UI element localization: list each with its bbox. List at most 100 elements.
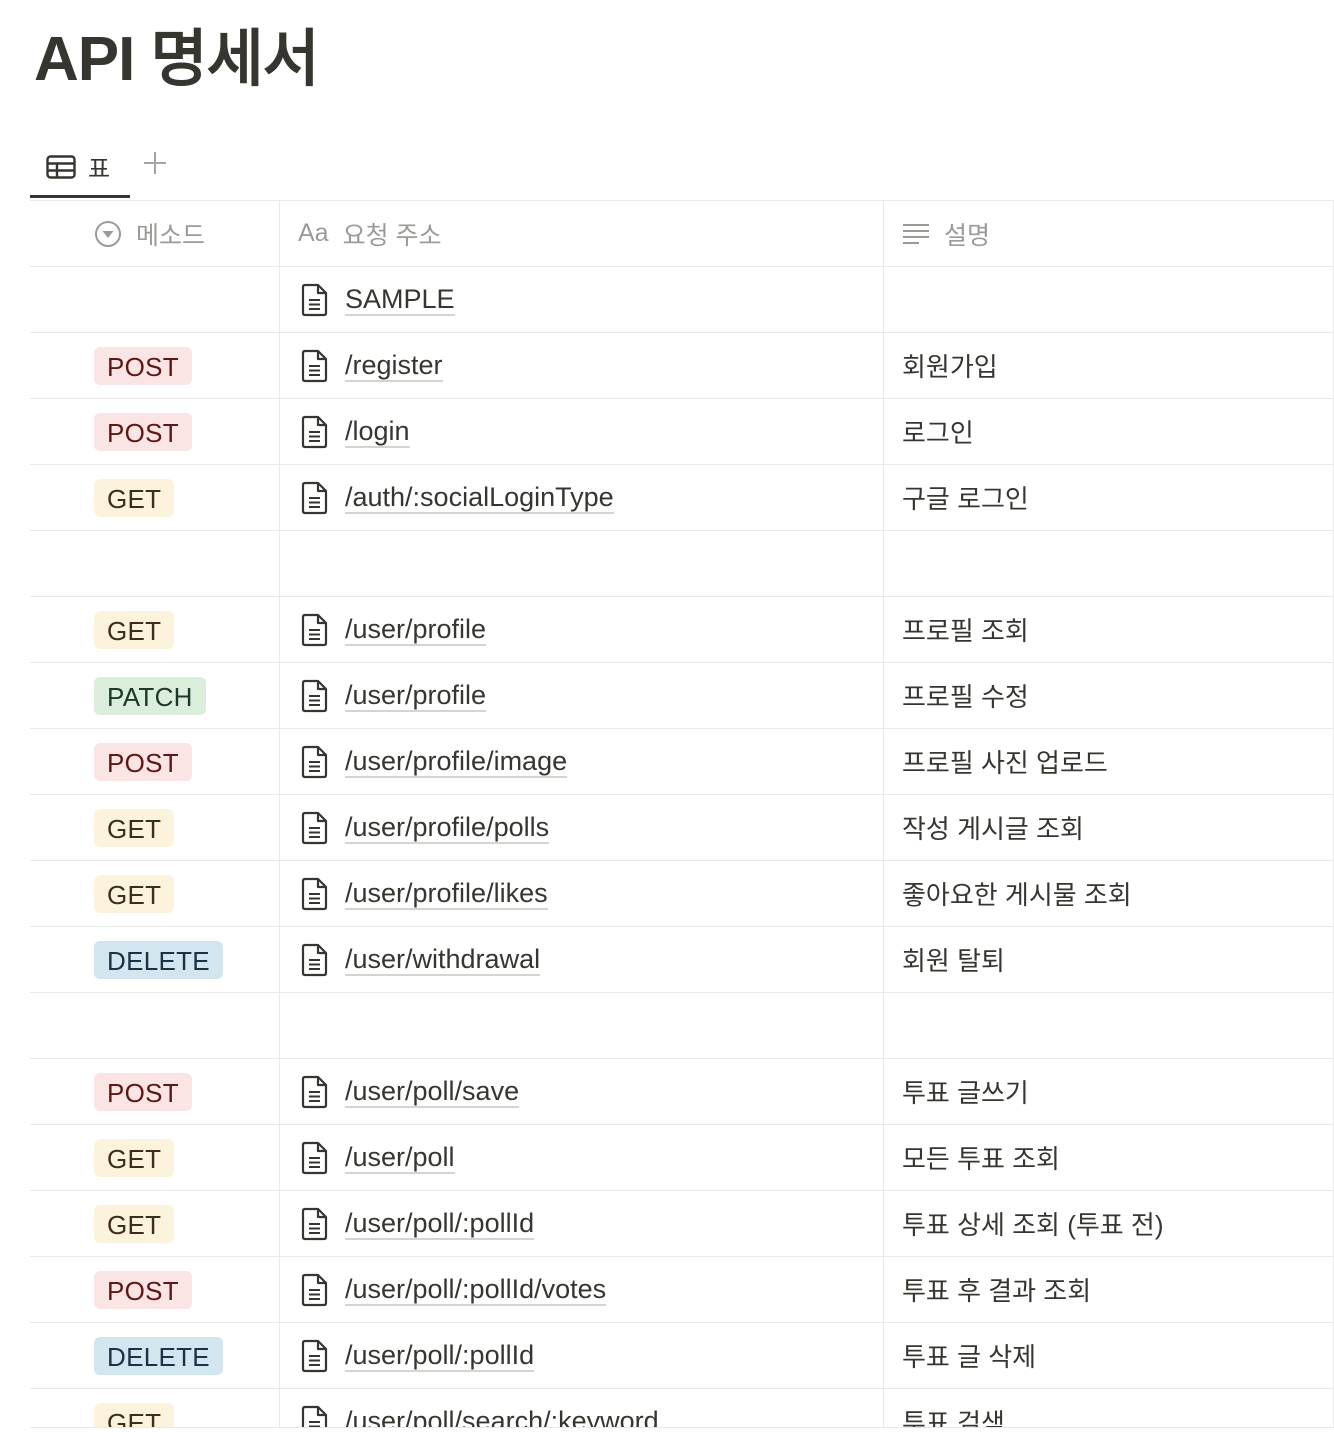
add-view-button[interactable] (138, 146, 172, 180)
method-cell[interactable] (30, 531, 279, 596)
path-cell[interactable]: /user/withdrawal (279, 927, 883, 992)
description-cell[interactable]: 투표 상세 조회 (투표 전) (883, 1191, 1334, 1256)
method-badge[interactable]: POST (94, 1072, 192, 1111)
method-cell[interactable] (30, 993, 279, 1058)
table-row[interactable]: POST/register 회원가입 (30, 333, 1334, 399)
method-badge[interactable]: POST (94, 742, 192, 781)
description-cell[interactable] (883, 267, 1334, 332)
description-cell[interactable]: 프로필 사진 업로드 (883, 729, 1334, 794)
description-cell[interactable] (883, 531, 1334, 596)
method-badge[interactable]: POST (94, 346, 192, 385)
request-path-link[interactable]: /user/profile/polls (345, 812, 550, 844)
method-cell[interactable]: GET (30, 861, 279, 926)
table-row[interactable]: GET/user/poll/:pollId 투표 상세 조회 (투표 전) (30, 1191, 1334, 1257)
description-cell[interactable]: 회원 탈퇴 (883, 927, 1334, 992)
method-badge[interactable]: GET (94, 1402, 175, 1427)
request-path-link[interactable]: /user/withdrawal (345, 944, 541, 976)
path-cell[interactable]: /login (279, 399, 883, 464)
description-cell[interactable]: 프로필 수정 (883, 663, 1334, 728)
table-row[interactable]: GET/user/poll 모든 투표 조회 (30, 1125, 1334, 1191)
table-row[interactable]: GET/user/profile 프로필 조회 (30, 597, 1334, 663)
path-cell[interactable] (279, 993, 883, 1058)
request-path-link[interactable]: /auth/:socialLoginType (345, 482, 614, 514)
method-cell[interactable]: POST (30, 1257, 279, 1322)
table-row[interactable]: PATCH/user/profile 프로필 수정 (30, 663, 1334, 729)
method-cell[interactable]: GET (30, 795, 279, 860)
path-cell[interactable] (279, 531, 883, 596)
description-cell[interactable]: 프로필 조회 (883, 597, 1334, 662)
table-row[interactable]: POST/user/poll/:pollId/votes 투표 후 결과 조회 (30, 1257, 1334, 1323)
description-cell[interactable]: 투표 검색 (883, 1389, 1334, 1427)
description-cell[interactable]: 투표 후 결과 조회 (883, 1257, 1334, 1322)
method-badge[interactable]: GET (94, 808, 175, 847)
request-path-link[interactable]: /user/profile/likes (345, 878, 548, 910)
path-cell[interactable]: /user/profile/image (279, 729, 883, 794)
column-header-description[interactable]: 설명 (883, 201, 1334, 266)
method-badge[interactable]: GET (94, 1138, 175, 1177)
table-row[interactable]: DELETE/user/withdrawal 회원 탈퇴 (30, 927, 1334, 993)
method-badge[interactable]: DELETE (94, 940, 223, 979)
method-cell[interactable]: GET (30, 1191, 279, 1256)
request-path-link[interactable]: /register (345, 350, 443, 382)
table-row[interactable]: POST/login 로그인 (30, 399, 1334, 465)
description-cell[interactable]: 로그인 (883, 399, 1334, 464)
table-row[interactable]: GET/user/poll/search/:keyword 투표 검색 (30, 1389, 1334, 1428)
path-cell[interactable]: /register (279, 333, 883, 398)
path-cell[interactable]: /user/poll/search/:keyword (279, 1389, 883, 1428)
request-path-link[interactable]: /user/profile/image (345, 746, 568, 778)
method-badge[interactable]: GET (94, 610, 175, 649)
description-cell[interactable]: 투표 글 삭제 (883, 1323, 1334, 1388)
request-path-link[interactable]: /user/poll/:pollId (345, 1208, 535, 1240)
column-header-method[interactable]: 메소드 (30, 201, 279, 266)
method-cell[interactable]: POST (30, 333, 279, 398)
table-row[interactable] (30, 993, 1334, 1059)
method-badge[interactable]: PATCH (94, 676, 206, 715)
method-cell[interactable]: GET (30, 1389, 279, 1427)
path-cell[interactable]: /user/poll/:pollId (279, 1323, 883, 1388)
path-cell[interactable]: /user/profile (279, 597, 883, 662)
request-path-link[interactable]: /user/poll/search/:keyword (345, 1406, 659, 1428)
path-cell[interactable]: /user/profile/likes (279, 861, 883, 926)
method-cell[interactable]: DELETE (30, 927, 279, 992)
method-cell[interactable]: GET (30, 1125, 279, 1190)
request-path-link[interactable]: /user/poll/:pollId (345, 1340, 535, 1372)
method-badge[interactable]: POST (94, 412, 192, 451)
description-cell[interactable]: 작성 게시글 조회 (883, 795, 1334, 860)
column-header-path[interactable]: Aa 요청 주소 (279, 201, 883, 266)
table-row[interactable]: POST/user/poll/save 투표 글쓰기 (30, 1059, 1334, 1125)
method-cell[interactable]: GET (30, 465, 279, 530)
table-row[interactable]: POST/user/profile/image 프로필 사진 업로드 (30, 729, 1334, 795)
tab-table-view[interactable]: 표 (30, 138, 130, 198)
request-path-link[interactable]: /user/profile (345, 614, 487, 646)
method-cell[interactable]: POST (30, 1059, 279, 1124)
description-cell[interactable]: 좋아요한 게시물 조회 (883, 861, 1334, 926)
path-cell[interactable]: SAMPLE (279, 267, 883, 332)
description-cell[interactable] (883, 993, 1334, 1058)
method-badge[interactable]: GET (94, 1204, 175, 1243)
path-cell[interactable]: /user/profile/polls (279, 795, 883, 860)
path-cell[interactable]: /user/profile (279, 663, 883, 728)
description-cell[interactable]: 회원가입 (883, 333, 1334, 398)
path-cell[interactable]: /user/poll/:pollId/votes (279, 1257, 883, 1322)
request-path-link[interactable]: /user/poll/:pollId/votes (345, 1274, 607, 1306)
request-path-link[interactable]: /user/poll (345, 1142, 455, 1174)
method-badge[interactable]: POST (94, 1270, 192, 1309)
request-path-link[interactable]: /user/profile (345, 680, 487, 712)
table-row[interactable] (30, 531, 1334, 597)
path-cell[interactable]: /user/poll (279, 1125, 883, 1190)
path-cell[interactable]: /user/poll/save (279, 1059, 883, 1124)
description-cell[interactable]: 구글 로그인 (883, 465, 1334, 530)
table-row[interactable]: SAMPLE (30, 267, 1334, 333)
table-row[interactable]: DELETE/user/poll/:pollId 투표 글 삭제 (30, 1323, 1334, 1389)
method-badge[interactable]: GET (94, 874, 175, 913)
method-cell[interactable]: POST (30, 729, 279, 794)
method-badge[interactable]: DELETE (94, 1336, 223, 1375)
method-cell[interactable]: DELETE (30, 1323, 279, 1388)
description-cell[interactable]: 모든 투표 조회 (883, 1125, 1334, 1190)
method-cell[interactable] (30, 267, 279, 332)
request-path-link[interactable]: /user/poll/save (345, 1076, 520, 1108)
method-cell[interactable]: GET (30, 597, 279, 662)
method-cell[interactable]: PATCH (30, 663, 279, 728)
request-path-link[interactable]: SAMPLE (345, 284, 455, 316)
request-path-link[interactable]: /login (345, 416, 410, 448)
